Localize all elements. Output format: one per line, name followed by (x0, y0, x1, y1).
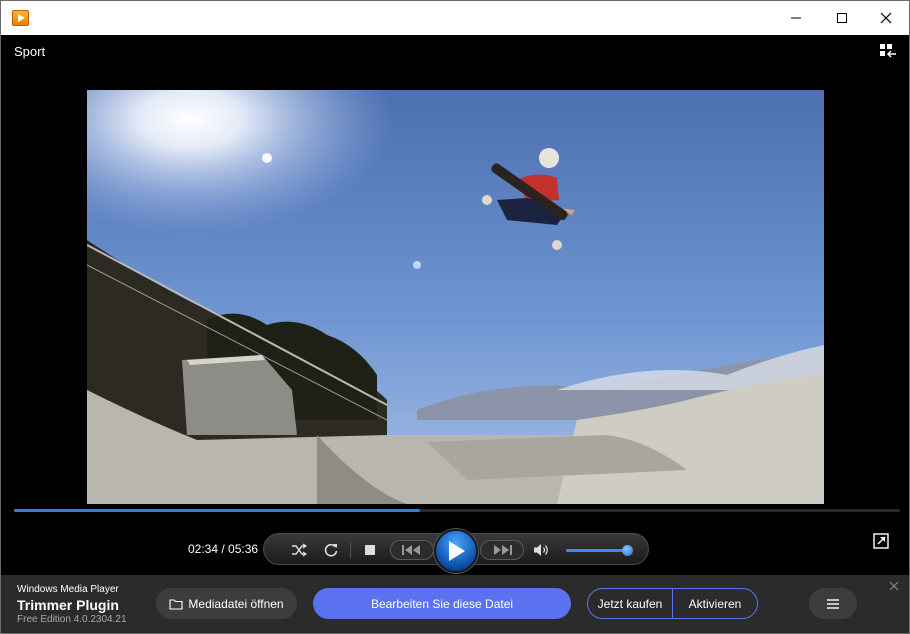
close-icon (880, 12, 892, 24)
media-player-window: Sport 02:34 / 05:36 Windows Media Player… (0, 0, 910, 634)
transport-controls (263, 529, 649, 573)
seek-bar[interactable] (14, 509, 900, 512)
title-bar (1, 1, 909, 35)
open-media-file-button[interactable]: Mediadatei öffnen (156, 588, 297, 619)
next-button[interactable] (480, 540, 524, 560)
repeat-icon (324, 543, 338, 557)
minimize-icon (791, 17, 801, 19)
repeat-button[interactable] (320, 539, 342, 561)
switch-view-icon (880, 44, 896, 58)
play-button[interactable] (434, 529, 478, 573)
edit-file-label: Bearbeiten Sie diese Datei (370, 596, 514, 611)
purchase-button-group: Jetzt kaufen Aktivieren (587, 588, 758, 619)
video-frame[interactable] (87, 90, 824, 504)
menu-button[interactable] (809, 588, 857, 619)
close-icon (889, 581, 899, 591)
video-area[interactable]: Sport 02:34 / 05:36 (1, 35, 909, 575)
volume-thumb[interactable] (621, 545, 633, 556)
folder-icon (169, 598, 183, 610)
buy-now-button[interactable]: Jetzt kaufen (588, 589, 672, 618)
brand-title: Trimmer Plugin (17, 597, 119, 613)
close-button[interactable] (863, 1, 909, 35)
previous-button[interactable] (390, 540, 434, 560)
volume-slider[interactable] (566, 545, 633, 556)
previous-icon (402, 545, 420, 555)
seek-progress (14, 509, 421, 512)
activate-button[interactable]: Aktivieren (673, 589, 757, 618)
shuffle-icon (292, 543, 307, 557)
mini-player-icon (873, 533, 889, 549)
time-display: 02:34 / 05:36 (188, 542, 259, 556)
trimmer-plugin-bar: Windows Media Player Trimmer Plugin Free… (1, 575, 909, 633)
stop-button[interactable] (360, 539, 380, 561)
maximize-icon (837, 13, 847, 23)
maximize-button[interactable] (819, 1, 865, 35)
media-player-app-icon[interactable] (12, 10, 29, 26)
shuffle-button[interactable] (288, 539, 310, 561)
open-media-file-label: Mediadatei öffnen (188, 596, 284, 611)
volume-level (566, 549, 627, 552)
minimize-button[interactable] (773, 1, 819, 35)
switch-to-library-button[interactable] (877, 42, 899, 60)
close-plugin-bar-button[interactable] (887, 579, 901, 593)
brand-subtitle: Windows Media Player (17, 584, 119, 595)
brand-edition: Free Edition 4.0.2304.21 (17, 614, 127, 625)
media-title: Sport (14, 44, 46, 59)
switch-to-mini-player-button[interactable] (873, 533, 889, 549)
video-image (87, 90, 824, 504)
separator (350, 542, 351, 558)
edit-file-button[interactable]: Bearbeiten Sie diese Datei (313, 588, 571, 619)
volume-icon (534, 544, 548, 556)
next-icon (494, 545, 512, 555)
mute-button[interactable] (530, 539, 554, 561)
stop-icon (365, 545, 375, 555)
play-icon (449, 541, 465, 561)
hamburger-menu-icon (827, 598, 839, 609)
